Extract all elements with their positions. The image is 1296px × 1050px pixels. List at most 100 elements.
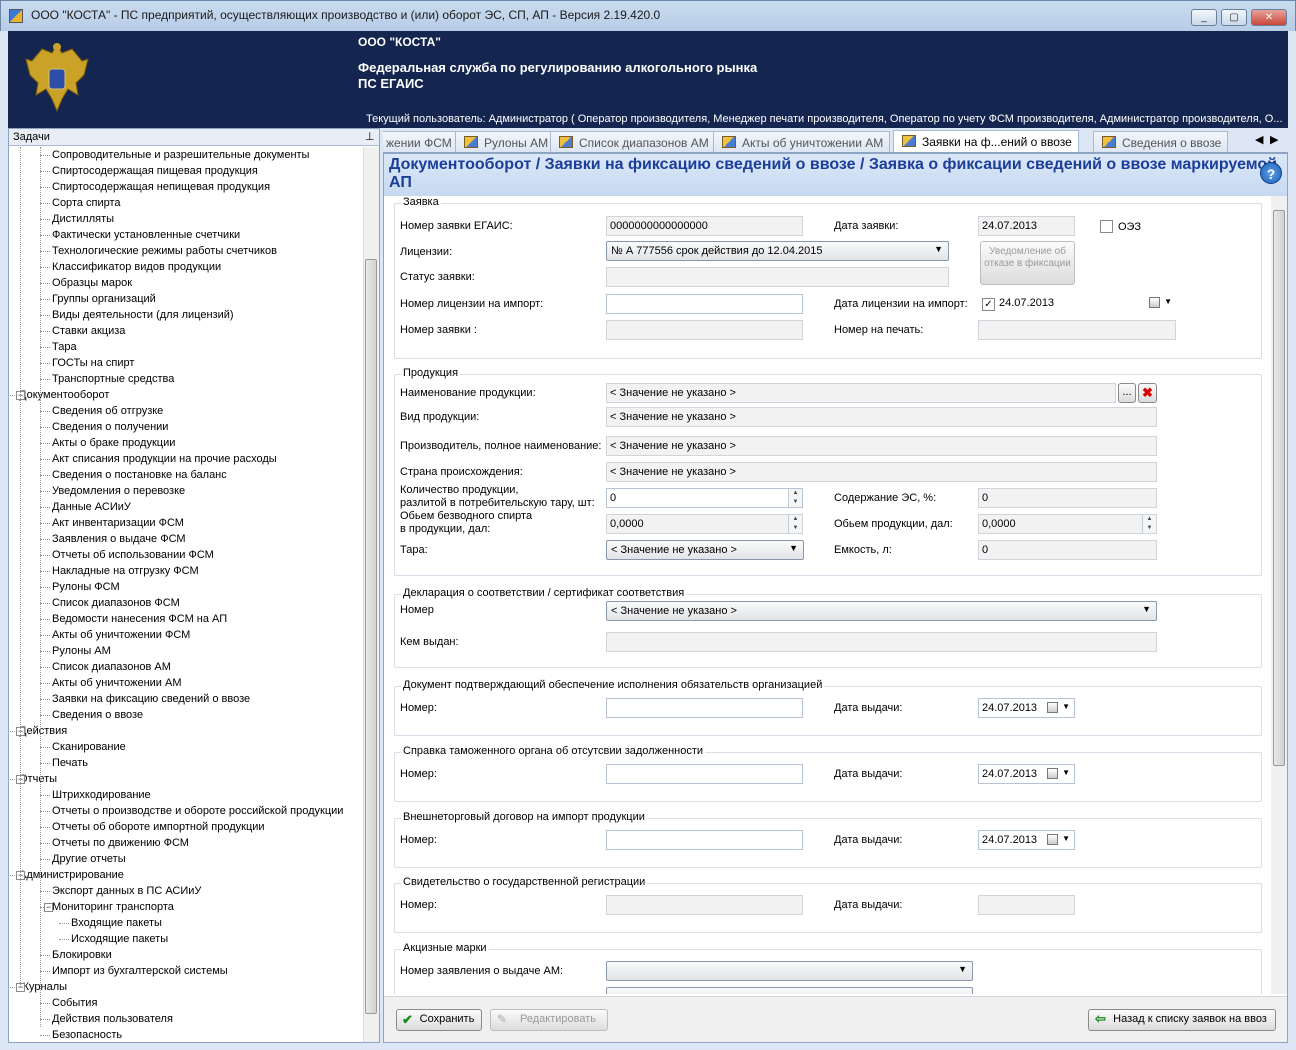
country-field[interactable]: < Значение не указано > xyxy=(606,462,1157,482)
tree-item[interactable]: Отчеты об использовании ФСМ xyxy=(52,547,214,563)
issuer-field[interactable] xyxy=(606,632,1157,652)
contract-date-picker[interactable]: 24.07.2013 ▼ xyxy=(978,830,1075,850)
quantity-stepper[interactable]: 0 ▲ ▼ xyxy=(606,488,803,508)
calendar-icon[interactable] xyxy=(1047,768,1058,779)
tree-item[interactable]: Сорта спирта xyxy=(52,195,121,211)
customs-date-picker[interactable]: 24.07.2013 ▼ xyxy=(978,764,1075,784)
tree-item[interactable]: Журналы xyxy=(19,979,67,995)
document-tab[interactable]: Список диапазонов АМ xyxy=(550,131,716,152)
tree-item[interactable]: Отчеты об обороте импортной продукции xyxy=(52,819,265,835)
document-tab[interactable]: Рулоны АМ xyxy=(455,131,556,152)
tree-item[interactable]: Список диапазонов ФСМ xyxy=(52,595,180,611)
tree-item[interactable]: Дистилляты xyxy=(52,211,114,227)
tree-scrollbar-thumb[interactable] xyxy=(365,259,377,1014)
tree-item[interactable]: Транспортные средства xyxy=(52,371,174,387)
tree-item[interactable]: Рулоны ФСМ xyxy=(52,579,120,595)
tree-item[interactable]: Действия пользователя xyxy=(52,1011,173,1027)
tree-item[interactable]: Рулоны АМ xyxy=(52,643,111,659)
tree-item[interactable]: Сопроводительные и разрешительные докуме… xyxy=(52,147,309,163)
tree-item[interactable]: Сканирование xyxy=(52,739,126,755)
tree-item[interactable]: Список диапазонов АМ xyxy=(52,659,171,675)
browse-product-button[interactable]: ... xyxy=(1118,383,1136,403)
tree-item[interactable]: Фактически установленные счетчики xyxy=(52,227,240,243)
tree-item[interactable]: Штрихкодирование xyxy=(52,787,151,803)
tree-item[interactable]: Технологические режимы работы счетчиков xyxy=(52,243,277,259)
tree-item[interactable]: Отчеты о производстве и обороте российск… xyxy=(52,803,343,819)
document-tab[interactable]: Акты об уничтожении АМ xyxy=(713,131,891,152)
excise-request-select[interactable]: ▼ xyxy=(606,961,973,981)
app-icon[interactable] xyxy=(9,9,23,23)
tree-item[interactable]: Уведомления о перевозке xyxy=(52,483,185,499)
tree-item[interactable]: Виды деятельности (для лицензий) xyxy=(52,307,234,323)
tree-item[interactable]: Сведения о получении xyxy=(52,419,168,435)
tree-item[interactable]: Спиртосодержащая пищевая продукция xyxy=(52,163,258,179)
import-license-number-input[interactable] xyxy=(606,294,803,314)
tree-item[interactable]: Тара xyxy=(52,339,77,355)
egais-number-field[interactable]: 0000000000000000 xyxy=(606,216,803,236)
tree-item[interactable]: Документооборот xyxy=(19,387,109,403)
capacity-field[interactable]: 0 xyxy=(978,540,1157,560)
tree-item[interactable]: Сведения об отгрузке xyxy=(52,403,163,419)
tree-item[interactable]: Акт списания продукции на прочие расходы xyxy=(52,451,277,467)
tree-item[interactable]: Заявления о выдаче ФСМ xyxy=(52,531,186,547)
manufacturer-field[interactable]: < Значение не указано > xyxy=(606,436,1157,456)
oez-checkbox[interactable] xyxy=(1100,220,1113,233)
tree-item[interactable]: Акты о браке продукции xyxy=(52,435,175,451)
edit-button[interactable]: ✎ Редактировать xyxy=(490,1009,608,1031)
customs-number-input[interactable] xyxy=(606,764,803,784)
spin-arrows-icon[interactable]: ▲ ▼ xyxy=(1142,515,1156,533)
spin-arrows-icon[interactable]: ▲ ▼ xyxy=(788,515,802,533)
document-tab[interactable]: жении ФСМ xyxy=(383,131,459,152)
tree-item[interactable]: Отчеты по движению ФСМ xyxy=(52,835,189,851)
document-tab[interactable]: Заявки на ф...ений о ввозе xyxy=(893,130,1079,152)
tree-item[interactable]: Исходящие пакеты xyxy=(71,931,168,947)
es-content-field[interactable]: 0 xyxy=(978,488,1157,508)
window-title-bar[interactable]: ООО "КОСТА" - ПС предприятий, осуществля… xyxy=(0,0,1296,31)
calendar-icon[interactable] xyxy=(1047,702,1058,713)
contract-number-input[interactable] xyxy=(606,830,803,850)
minimize-button[interactable]: _ xyxy=(1191,9,1217,26)
declaration-number-select[interactable]: < Значение не указано > ▼ xyxy=(606,601,1157,621)
tree-item[interactable]: Действия xyxy=(19,723,67,739)
save-button[interactable]: ✔ Сохранить xyxy=(396,1009,482,1031)
tree-item[interactable]: События xyxy=(52,995,97,1011)
tree-item[interactable]: Мониторинг транспорта xyxy=(52,899,174,915)
back-to-list-button[interactable]: ⇦ Назад к списку заявок на ввоз xyxy=(1088,1009,1276,1031)
tree-item[interactable]: Импорт из бухгалтерской системы xyxy=(52,963,228,979)
import-license-date-picker[interactable]: 24.07.2013 ▼ xyxy=(996,294,1176,314)
tree-item[interactable]: ГОСТы на спирт xyxy=(52,355,134,371)
tree-item[interactable]: Другие отчеты xyxy=(52,851,126,867)
tree-item[interactable]: Группы организаций xyxy=(52,291,156,307)
help-icon[interactable]: ? xyxy=(1260,162,1282,184)
tree-item[interactable]: Безопасность xyxy=(52,1027,122,1042)
form-scrollbar-thumb[interactable] xyxy=(1273,210,1285,766)
tabs-next-icon[interactable]: ▶ xyxy=(1270,133,1278,146)
tree-item[interactable]: Образцы марок xyxy=(52,275,132,291)
import-license-date-checkbox[interactable]: ✓ xyxy=(982,298,995,311)
calendar-icon[interactable] xyxy=(1047,834,1058,845)
spirit-volume-stepper[interactable]: 0,0000 ▲ ▼ xyxy=(606,514,803,534)
status-field[interactable] xyxy=(606,267,949,287)
document-tab[interactable]: Сведения о ввозе xyxy=(1093,131,1229,152)
tree-item[interactable]: Входящие пакеты xyxy=(71,915,162,931)
guarantee-number-input[interactable] xyxy=(606,698,803,718)
product-volume-stepper[interactable]: 0,0000 ▲ ▼ xyxy=(978,514,1157,534)
tree-item[interactable]: Заявки на фиксацию сведений о ввозе xyxy=(52,691,250,707)
chevron-down-icon[interactable]: ▼ xyxy=(1062,834,1070,843)
product-type-field[interactable]: < Значение не указано > xyxy=(606,407,1157,427)
tree-item[interactable]: Администрирование xyxy=(19,867,124,883)
tree-item[interactable]: Ведомости нанесения ФСМ на АП xyxy=(52,611,227,627)
pin-icon[interactable]: ⊥ xyxy=(365,130,375,143)
tara-select[interactable]: < Значение не указано > ▼ xyxy=(606,540,804,560)
tree-item[interactable]: Классификатор видов продукции xyxy=(52,259,221,275)
tree-item[interactable]: Данные АСИиУ xyxy=(52,499,131,515)
tabs-prev-icon[interactable]: ◀ xyxy=(1255,133,1263,146)
print-number-field[interactable] xyxy=(978,320,1176,340)
calendar-icon[interactable] xyxy=(1149,297,1160,308)
maximize-button[interactable]: ▢ xyxy=(1221,9,1247,26)
product-name-field[interactable]: < Значение не указано > xyxy=(606,383,1116,403)
spin-arrows-icon[interactable]: ▲ ▼ xyxy=(788,489,802,507)
tree-item[interactable]: Акт инвентаризации ФСМ xyxy=(52,515,184,531)
tree-item[interactable]: Сведения о постановке на баланс xyxy=(52,467,227,483)
tree-item[interactable]: Экспорт данных в ПС АСИиУ xyxy=(52,883,201,899)
